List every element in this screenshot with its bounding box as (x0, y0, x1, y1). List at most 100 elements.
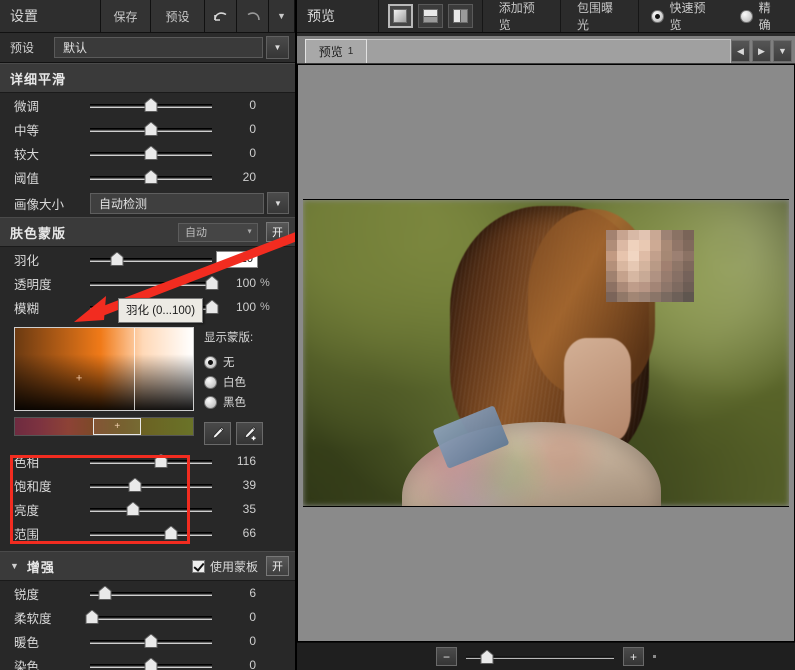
slider-row-sharpness[interactable]: 锐度 6 (0, 581, 295, 605)
preset-button[interactable]: 预设 (151, 0, 205, 32)
eyedropper-button[interactable] (204, 422, 231, 445)
bracket-exposure-button[interactable]: 包围曝光 (561, 0, 639, 32)
preview-canvas[interactable] (297, 64, 795, 642)
slider-track[interactable] (90, 473, 212, 497)
slider-thumb[interactable] (164, 526, 177, 540)
slider-thumb[interactable] (145, 658, 158, 670)
tab-menu-button[interactable]: ▼ (773, 40, 792, 62)
slider-row-softness[interactable]: 柔软度 0 (0, 605, 295, 629)
mask-option-none[interactable]: 无 (204, 352, 289, 372)
slider-row-range[interactable]: 范围 66 (0, 521, 295, 545)
slider-thumb[interactable] (110, 252, 123, 266)
preset-select[interactable]: 默认 (54, 37, 263, 58)
slider-track[interactable] (90, 165, 212, 189)
preset-select-caret[interactable]: ▼ (266, 36, 289, 59)
mosaic-tile (617, 261, 628, 271)
enhance-toggle-button[interactable]: 开 (266, 556, 289, 576)
feather-value-input[interactable]: 20 (216, 251, 258, 268)
slider-thumb[interactable] (145, 122, 158, 136)
slider-row-tint[interactable]: 染色 0 (0, 653, 295, 670)
mask-option-black[interactable]: 黑色 (204, 392, 289, 412)
slider-row-feather[interactable]: 羽化 20 (0, 247, 295, 271)
slider-thumb[interactable] (126, 502, 139, 516)
zoom-slider-thumb[interactable] (480, 650, 493, 664)
slider-track[interactable] (90, 247, 212, 271)
slider-row-saturation[interactable]: 饱和度 39 (0, 473, 295, 497)
slider-row[interactable]: 阈值 20 (0, 165, 295, 189)
skin-color-slider-list: 色相 116 饱和度 (0, 449, 295, 545)
zoom-slider[interactable] (466, 647, 614, 667)
horizontal-split-view-button[interactable] (418, 4, 443, 28)
use-mask-checkbox-row[interactable]: 使用蒙板 (192, 558, 258, 575)
section-header-enhance[interactable]: ▼ 增强 使用蒙板 开 (0, 551, 295, 581)
radio-icon[interactable] (204, 356, 217, 369)
slider-thumb[interactable] (129, 478, 142, 492)
slider-track[interactable] (90, 521, 212, 545)
slider-thumb[interactable] (145, 634, 158, 648)
zoom-out-button[interactable]: − (436, 647, 457, 666)
hue-selection-box[interactable]: + (93, 418, 141, 435)
undo-button[interactable] (205, 0, 237, 32)
slider-row-hue[interactable]: 色相 116 (0, 449, 295, 473)
slider-thumb[interactable] (98, 586, 111, 600)
slider-value: 0 (212, 634, 260, 648)
slider-row-opacity[interactable]: 透明度 100 % (0, 271, 295, 295)
preview-image[interactable] (303, 199, 789, 507)
add-preview-button[interactable]: 添加预览 (483, 0, 561, 32)
radio-icon[interactable] (204, 376, 217, 389)
radio-icon[interactable] (740, 10, 752, 23)
section-header-detail-smoothing[interactable]: 详细平滑 (0, 63, 295, 93)
slider-label: 模糊 (14, 298, 90, 317)
quality-option-accurate[interactable]: 精确 (728, 0, 795, 32)
slider-track[interactable] (90, 271, 212, 295)
color-gradient-field[interactable]: + (14, 327, 194, 411)
tab-next-button[interactable]: ▶ (752, 40, 771, 62)
mask-option-white[interactable]: 白色 (204, 372, 289, 392)
slider-track[interactable] (90, 629, 212, 653)
slider-track[interactable] (90, 497, 212, 521)
quality-option-fast[interactable]: 快速预览 (639, 0, 728, 32)
slider-thumb[interactable] (206, 276, 219, 290)
mask-display-label: 显示蒙版: (204, 329, 289, 345)
checkbox-icon[interactable] (192, 560, 205, 573)
slider-thumb[interactable] (206, 300, 219, 314)
eyedropper-add-button[interactable] (236, 422, 263, 445)
slider-track[interactable] (90, 449, 212, 473)
slider-row-brightness[interactable]: 亮度 35 (0, 497, 295, 521)
hue-strip[interactable]: + (14, 417, 194, 436)
skin-mask-toggle-button[interactable]: 开 (266, 222, 289, 242)
skin-mask-mode-select[interactable]: 自动 ▼ (178, 223, 258, 242)
slider-row[interactable]: 微调 0 (0, 93, 295, 117)
slider-thumb[interactable] (145, 170, 158, 184)
slider-value: 0 (212, 658, 260, 670)
single-view-button[interactable] (388, 4, 413, 28)
slider-thumb[interactable] (145, 146, 158, 160)
slider-row-warmth[interactable]: 暖色 0 (0, 629, 295, 653)
redo-button[interactable] (237, 0, 269, 32)
zoom-in-button[interactable]: + (623, 647, 644, 666)
section-header-skin-mask[interactable]: 肤色蒙版 自动 ▼ 开 (0, 217, 295, 247)
slider-thumb[interactable] (145, 98, 158, 112)
vertical-split-view-button[interactable] (448, 4, 473, 28)
image-size-select[interactable]: 自动检测 (90, 193, 264, 214)
slider-track[interactable] (90, 605, 212, 629)
triangle-right-icon: ▶ (758, 46, 765, 57)
slider-thumb[interactable] (154, 454, 167, 468)
tab-preview-1[interactable]: 预览 1 (305, 39, 367, 63)
slider-track[interactable] (90, 581, 212, 605)
save-button[interactable]: 保存 (101, 0, 151, 32)
radio-icon[interactable] (204, 396, 217, 409)
undo-icon (212, 9, 230, 23)
mosaic-tile (628, 292, 639, 302)
settings-more-button[interactable]: ▼ (269, 0, 295, 32)
radio-icon[interactable] (651, 10, 663, 23)
tab-prev-button[interactable]: ◀ (731, 40, 750, 62)
slider-track[interactable] (90, 93, 212, 117)
image-size-select-caret[interactable]: ▼ (267, 192, 289, 214)
slider-row[interactable]: 中等 0 (0, 117, 295, 141)
slider-row[interactable]: 较大 0 (0, 141, 295, 165)
slider-track[interactable] (90, 653, 212, 670)
slider-track[interactable] (90, 141, 212, 165)
slider-thumb[interactable] (86, 610, 99, 624)
slider-track[interactable] (90, 117, 212, 141)
